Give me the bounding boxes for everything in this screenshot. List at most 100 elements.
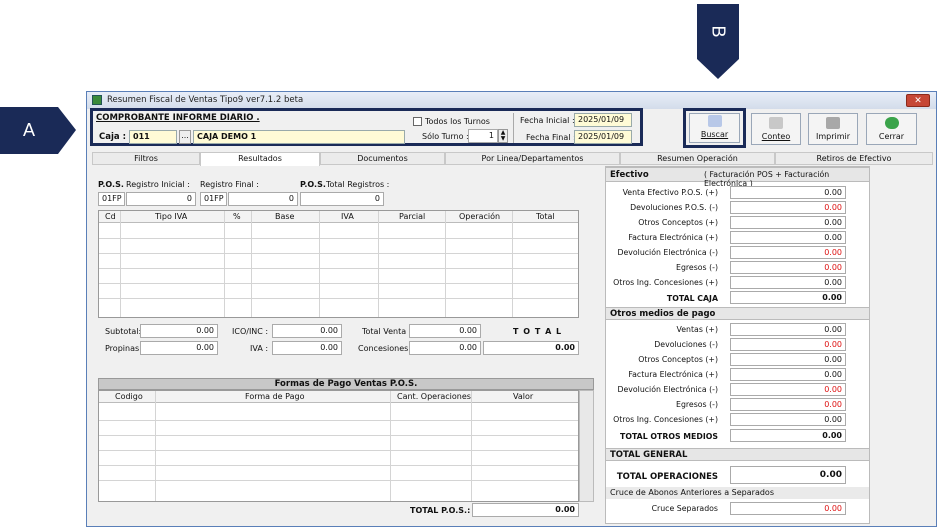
tab-resultados[interactable]: Resultados bbox=[200, 152, 320, 166]
search-icon bbox=[707, 115, 722, 127]
row-divider bbox=[99, 480, 578, 481]
total-venta-field: 0.00 bbox=[409, 324, 481, 338]
fecha-inicial-field[interactable]: 2025/01/09 bbox=[574, 113, 632, 127]
efectivo-row-value: 0.00 bbox=[730, 186, 846, 199]
callout-a-arrow bbox=[58, 107, 76, 154]
close-icon: ✕ bbox=[914, 95, 922, 106]
formas-pago-scrollbar[interactable] bbox=[579, 390, 594, 502]
solo-turno-spinner[interactable]: ▲ ▼ bbox=[498, 129, 508, 143]
registro-final-label: Registro Final : bbox=[200, 180, 259, 189]
cerrar-button[interactable]: Cerrar bbox=[866, 113, 917, 145]
buscar-button[interactable]: Buscar bbox=[689, 113, 740, 143]
imprimir-button[interactable]: Imprimir bbox=[808, 113, 858, 145]
otros-row-label: Devoluciones (-) bbox=[654, 340, 718, 349]
otros-row-label: Ventas (+) bbox=[676, 325, 718, 334]
col-total: Total bbox=[536, 212, 555, 221]
solo-turno-label: Sólo Turno : bbox=[422, 132, 469, 141]
iva-total-field: 0.00 bbox=[272, 341, 342, 355]
grand-total-field: 0.00 bbox=[483, 341, 579, 355]
otros-row-label: Otros Conceptos (+) bbox=[638, 355, 718, 364]
row-divider bbox=[99, 435, 578, 436]
callout-b: B bbox=[697, 4, 739, 59]
col-divider bbox=[378, 211, 379, 317]
efectivo-title: Efectivo bbox=[610, 170, 649, 180]
app-icon bbox=[92, 95, 102, 105]
window-title: Resumen Fiscal de Ventas Tipo9 ver7.1.2 … bbox=[107, 95, 304, 105]
efectivo-row-value: 0.00 bbox=[730, 216, 846, 229]
efectivo-row-label: Egresos (-) bbox=[676, 263, 718, 272]
total-operaciones-label: TOTAL OPERACIONES bbox=[616, 472, 718, 482]
row-divider bbox=[99, 268, 578, 269]
col-valor: Valor bbox=[513, 392, 534, 401]
col-forma-pago: Forma de Pago bbox=[245, 392, 305, 401]
registro-inicial-field: 0 bbox=[126, 192, 196, 206]
otros-row-value: 0.00 bbox=[730, 338, 846, 351]
close-window-button[interactable]: ✕ bbox=[906, 94, 930, 107]
otros-row-value: 0.00 bbox=[730, 368, 846, 381]
formas-pago-table[interactable]: Codigo Forma de Pago Cant. Operaciones V… bbox=[98, 390, 579, 502]
col-tipo-iva: Tipo IVA bbox=[155, 212, 188, 221]
formas-pago-title: Formas de Pago Ventas P.O.S. bbox=[274, 379, 418, 389]
tab-strip: Filtros Resultados Documentos Por Linea/… bbox=[90, 152, 935, 166]
general-title: TOTAL GENERAL bbox=[610, 450, 688, 460]
col-cant-operaciones: Cant. Operaciones bbox=[397, 392, 471, 401]
iva-table[interactable]: Cd Tipo IVA % Base IVA Parcial Operación… bbox=[98, 210, 579, 318]
conteo-label: Conteo bbox=[761, 132, 791, 141]
total-operaciones-field: 0.00 bbox=[730, 466, 846, 484]
otros-row-label: Factura Electrónica (+) bbox=[628, 370, 718, 379]
concesiones-label: Concesiones : bbox=[358, 344, 414, 353]
results-panel: P.O.S. Registro Inicial : Registro Final… bbox=[92, 166, 602, 524]
tab-label: Resultados bbox=[238, 154, 282, 163]
cruce-separados-label: Cruce Separados bbox=[651, 504, 718, 513]
fecha-final-field[interactable]: 2025/01/09 bbox=[574, 130, 632, 144]
printer-icon bbox=[826, 117, 840, 129]
caja-code-field[interactable]: 011 bbox=[129, 130, 177, 144]
tab-documentos[interactable]: Documentos bbox=[320, 152, 445, 165]
tab-por-linea[interactable]: Por Linea/Departamentos bbox=[445, 152, 620, 165]
title-bar: Resumen Fiscal de Ventas Tipo9 ver7.1.2 … bbox=[87, 92, 936, 109]
caja-lookup-button[interactable]: ... bbox=[179, 130, 191, 144]
total-pos-label: TOTAL P.O.S.: bbox=[410, 506, 471, 515]
tab-retiros[interactable]: Retiros de Efectivo bbox=[775, 152, 933, 165]
formas-pago-title-bar: Formas de Pago Ventas P.O.S. bbox=[98, 378, 594, 390]
count-icon bbox=[769, 117, 783, 129]
subtotal-field: 0.00 bbox=[140, 324, 218, 338]
cerrar-label: Cerrar bbox=[878, 132, 905, 141]
efectivo-row-label: Venta Efectivo P.O.S. (+) bbox=[622, 188, 718, 197]
col-divider bbox=[471, 391, 472, 501]
undo-icon bbox=[884, 117, 899, 129]
row-divider bbox=[99, 450, 578, 451]
efectivo-row-label: Otros Conceptos (+) bbox=[638, 218, 718, 227]
todos-turnos-label: Todos los Turnos bbox=[425, 117, 490, 126]
col-codigo: Codigo bbox=[115, 392, 143, 401]
col-divider bbox=[445, 211, 446, 317]
subtotal-label: Subtotal: bbox=[105, 327, 142, 336]
comprobante-title: COMPROBANTE INFORME DIARIO . bbox=[96, 113, 260, 123]
propinas-label: Propinas: bbox=[105, 344, 142, 353]
pos-code-1: 01FP bbox=[98, 192, 125, 206]
imprimir-label: Imprimir bbox=[815, 132, 851, 141]
todos-turnos-checkbox[interactable] bbox=[413, 117, 422, 126]
conteo-button[interactable]: Conteo bbox=[751, 113, 801, 145]
propinas-field: 0.00 bbox=[140, 341, 218, 355]
efectivo-header: Efectivo ( Facturación POS + Facturación… bbox=[606, 167, 869, 188]
col-base: Base bbox=[275, 212, 295, 221]
tab-resumen-operacion[interactable]: Resumen Operación bbox=[620, 152, 775, 165]
caja-label: Caja : bbox=[99, 132, 126, 142]
solo-turno-field[interactable]: 1 bbox=[468, 129, 498, 143]
total-caja-label: TOTAL CAJA bbox=[666, 294, 718, 303]
efectivo-row-label: Devoluciones P.O.S. (-) bbox=[630, 203, 718, 212]
tab-label: Resumen Operación bbox=[657, 154, 738, 163]
callout-a-label: A bbox=[22, 120, 35, 140]
efectivo-row-value: 0.00 bbox=[730, 261, 846, 274]
otros-row-value: 0.00 bbox=[730, 398, 846, 411]
col-cd: Cd bbox=[105, 212, 116, 221]
row-divider bbox=[99, 420, 578, 421]
callout-b-label: B bbox=[708, 25, 729, 38]
tab-filtros[interactable]: Filtros bbox=[92, 152, 200, 165]
iva-total-label: IVA : bbox=[250, 344, 269, 353]
concesiones-field: 0.00 bbox=[409, 341, 481, 355]
cruce-title: Cruce de Abonos Anteriores a Separados bbox=[610, 488, 774, 497]
otros-title: Otros medios de pago bbox=[610, 309, 716, 319]
efectivo-row-value: 0.00 bbox=[730, 276, 846, 289]
